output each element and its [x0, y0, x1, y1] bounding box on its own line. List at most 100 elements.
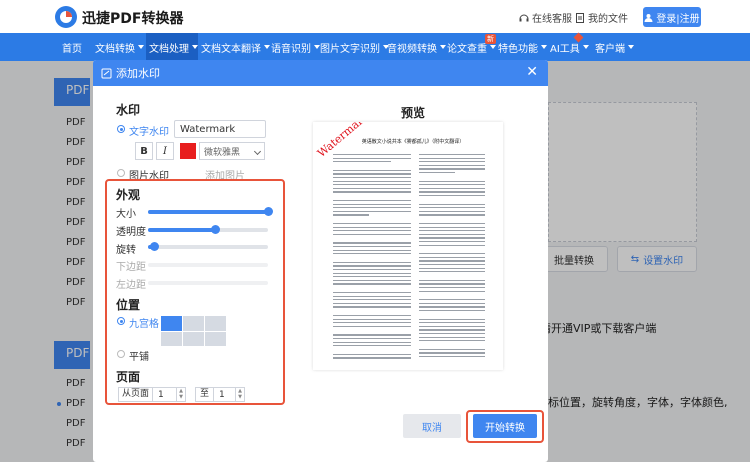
preview-text-line: [333, 295, 411, 297]
preview-text-line: [419, 267, 485, 269]
preview-text-line: [419, 230, 485, 232]
nine-grid-radio[interactable]: [117, 317, 125, 325]
nav-label: 语音识别: [271, 43, 311, 55]
preview-text-line: [419, 244, 485, 246]
grid-cell[interactable]: [183, 331, 204, 346]
preview-text-line: [419, 168, 485, 170]
dialog-header: 添加水印 ✕: [93, 60, 548, 86]
bottom-margin-label: 下边距: [116, 262, 146, 273]
nav-item-client[interactable]: 客户端: [595, 33, 635, 61]
preview-text-line: [419, 260, 485, 262]
nav-item-home[interactable]: 首页: [62, 33, 88, 61]
rotate-label: 旋转: [116, 245, 136, 256]
chevron-down-icon: [582, 45, 589, 49]
grid-cell[interactable]: [205, 331, 226, 346]
preview-text-line: [419, 306, 485, 308]
file-icon: [576, 12, 584, 23]
preview-text-line: [333, 279, 411, 282]
preview-text-line: [419, 253, 485, 255]
chevron-down-icon: [541, 45, 547, 49]
from-page-value: 1: [158, 389, 164, 400]
watermark-icon: [101, 68, 112, 78]
position-grid[interactable]: [161, 316, 226, 346]
nav-item-ocr[interactable]: 图片文字识别: [320, 33, 389, 61]
start-convert-button[interactable]: 开始转换: [473, 414, 537, 438]
preview-text-line: [419, 214, 485, 216]
preview-text-line: [419, 290, 485, 292]
start-convert-label: 开始转换: [485, 422, 525, 434]
image-watermark-radio[interactable]: [117, 169, 125, 177]
from-page-stepper[interactable]: 从页面 1 ▲ ▼: [118, 387, 186, 402]
text-watermark-radio[interactable]: [117, 125, 125, 133]
my-files-link[interactable]: 我的文件: [575, 10, 628, 25]
nav-item-av-convert[interactable]: 音视频转换: [387, 33, 446, 61]
preview-text-line: [333, 345, 411, 347]
main-nav: 首页 文档转换 文档处理 文档文本翻译 语音识别 图片文字识别 音视频转换 论文…: [0, 33, 750, 61]
rotate-slider[interactable]: [148, 242, 268, 251]
preview-text-line: [419, 302, 485, 305]
preview-text-line: [419, 348, 485, 351]
preview-text-line: [419, 329, 485, 331]
preview-text-line: [419, 164, 485, 167]
preview-text-line: [419, 154, 485, 156]
preview-doc-title: 英语散文小说共本《雾都孤儿》（附中文翻译）: [361, 139, 465, 145]
preview-text-line: [333, 203, 411, 205]
preview-text-line: [419, 241, 485, 243]
opacity-slider[interactable]: [148, 225, 268, 234]
italic-button[interactable]: I: [156, 142, 174, 160]
preview-text-line: [419, 180, 485, 182]
font-color-picker[interactable]: [180, 143, 196, 159]
opacity-slider-fill: [148, 228, 216, 232]
preview-text-line: [333, 242, 411, 244]
to-page-stepper[interactable]: 至 1 ▲ ▼: [195, 387, 245, 402]
grid-cell[interactable]: [205, 316, 226, 331]
font-family-value: 微软雅黑: [204, 148, 241, 158]
dialog-title: 添加水印: [116, 67, 160, 80]
size-slider-knob[interactable]: [264, 207, 273, 216]
preview-text-line: [419, 237, 485, 239]
size-slider[interactable]: [148, 207, 273, 216]
nav-item-doc-convert[interactable]: 文档转换: [95, 33, 145, 61]
font-family-select[interactable]: 微软雅黑: [199, 142, 265, 160]
preview-text-line: [419, 318, 485, 320]
grid-cell[interactable]: [161, 331, 182, 346]
left-margin-label: 左边距: [116, 280, 146, 291]
nav-item-speech[interactable]: 语音识别: [271, 33, 321, 61]
preview-text-line: [333, 161, 392, 163]
preview-text-line: [333, 177, 411, 179]
my-files-label: 我的文件: [588, 14, 628, 25]
brand-name: 迅捷PDF转换器: [82, 11, 184, 27]
tile-label: 平铺: [129, 352, 149, 363]
preview-text-line: [419, 207, 485, 209]
nav-item-ai-tools[interactable]: AI工具: [550, 33, 590, 61]
grid-cell[interactable]: [183, 316, 204, 331]
watermark-text-input[interactable]: [174, 120, 266, 138]
preview-text-line: [333, 249, 411, 251]
stepper-arrows-icon[interactable]: ▲ ▼: [176, 388, 185, 401]
preview-text-line: [419, 210, 485, 213]
online-service-link[interactable]: 在线客服: [519, 10, 572, 25]
login-register-button[interactable]: 登录|注册: [643, 7, 701, 27]
preview-text-line: [333, 169, 411, 172]
preview-text-line: [419, 203, 485, 205]
nav-item-features[interactable]: 特色功能: [498, 33, 547, 61]
rotate-slider-knob[interactable]: [150, 242, 159, 251]
nav-item-doc-process[interactable]: 文档处理: [146, 33, 198, 61]
nav-item-translate[interactable]: 文档文本翻译: [201, 33, 270, 61]
preview-text-line: [333, 325, 411, 328]
bold-button[interactable]: B: [135, 142, 153, 160]
preview-text-line: [333, 334, 411, 336]
app-header: 迅捷PDF转换器 在线客服 我的文件 登录|注册: [0, 0, 750, 33]
tile-radio[interactable]: [117, 350, 125, 358]
preview-text-line: [333, 184, 411, 186]
preview-text-line: [333, 200, 411, 202]
preview-text-line: [333, 265, 411, 267]
preview-text-line: [333, 322, 411, 324]
stepper-arrows-icon[interactable]: ▲ ▼: [235, 388, 244, 401]
preview-text-line: [419, 223, 485, 225]
headset-icon: [519, 14, 529, 21]
grid-cell-selected[interactable]: [161, 316, 182, 331]
preview-title: 预览: [401, 106, 426, 120]
cancel-button[interactable]: 取消: [403, 414, 461, 438]
close-icon[interactable]: ✕: [526, 64, 538, 80]
